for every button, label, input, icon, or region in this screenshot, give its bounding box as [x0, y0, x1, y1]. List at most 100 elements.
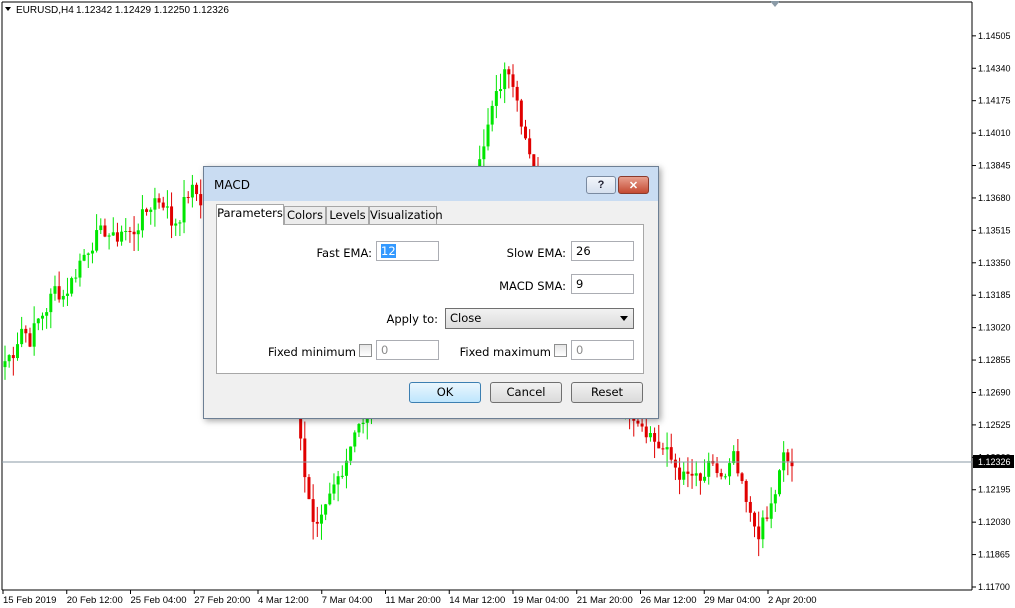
time-tick-label: 4 Mar 12:00 [258, 595, 309, 606]
help-button[interactable]: ? [586, 176, 616, 194]
candle-body [70, 278, 74, 294]
candle-body [32, 323, 36, 347]
price-tick-label: 1.12525 [978, 420, 1011, 430]
candle-body [494, 91, 498, 106]
candle-body [78, 260, 82, 278]
time-tick-label: 19 Mar 04:00 [513, 595, 569, 606]
candle-body [315, 521, 319, 524]
dialog-titlebar[interactable]: MACD ? ✕ [204, 167, 658, 201]
candle-body [507, 69, 511, 75]
fixed-maximum-label: Fixed maximum [459, 345, 551, 359]
candle-body [669, 447, 673, 460]
tab-levels[interactable]: Levels [326, 206, 369, 224]
candle-body [132, 231, 136, 235]
price-tick-label: 1.11865 [978, 550, 1010, 560]
candle-body [486, 124, 490, 147]
price-tick-label: 1.13845 [978, 161, 1011, 171]
time-tick-label: 26 Mar 12:00 [641, 595, 697, 606]
reset-button[interactable]: Reset [571, 382, 643, 403]
close-button[interactable]: ✕ [618, 176, 649, 194]
candle-body [195, 184, 199, 195]
candle-body [332, 484, 336, 494]
candle-body [519, 100, 523, 127]
candle-body [673, 459, 677, 468]
tab-colors[interactable]: Colors [284, 206, 326, 224]
candle-body [86, 253, 90, 255]
candle-body [686, 471, 690, 474]
fixed-minimum-input[interactable]: 0 [376, 340, 439, 360]
price-tick-label: 1.14340 [978, 63, 1011, 73]
candle-body [657, 441, 661, 449]
candle-body [28, 333, 32, 347]
candle-body [199, 194, 203, 206]
slow-ema-input[interactable]: 26 [571, 241, 634, 261]
candle-body [174, 223, 178, 226]
candle-body [99, 225, 103, 231]
time-tick-label: 21 Mar 20:00 [577, 595, 633, 606]
ok-button[interactable]: OK [409, 382, 481, 403]
candle-body [648, 433, 652, 438]
candle-body [707, 460, 711, 477]
apply-to-select[interactable]: Close [445, 308, 634, 329]
price-tick-label: 1.13680 [978, 193, 1011, 203]
candle-body [107, 235, 111, 237]
candle-body [74, 277, 78, 279]
time-tick-label: 20 Feb 12:00 [67, 595, 123, 606]
candle-body [95, 230, 99, 251]
price-tick-label: 1.13515 [978, 225, 1011, 235]
candle-body [665, 447, 669, 450]
candle-body [336, 476, 340, 485]
candle-body [661, 448, 665, 450]
candle-body [111, 232, 115, 236]
candle-body [136, 230, 140, 235]
help-icon: ? [597, 179, 605, 191]
candle-body [644, 426, 648, 438]
current-price-label: 1.12326 [978, 457, 1011, 467]
candle-body [515, 86, 519, 101]
macd-sma-input[interactable]: 9 [571, 274, 634, 294]
fixed-maximum-checkbox[interactable] [554, 344, 567, 357]
tab-parameters[interactable]: Parameters [216, 204, 284, 225]
candle-body [499, 89, 503, 92]
candle-body [703, 476, 707, 481]
time-tick-label: 11 Mar 20:00 [386, 595, 441, 606]
time-tick-label: 14 Mar 12:00 [449, 595, 505, 606]
candle-body [11, 355, 15, 359]
candle-body [165, 206, 169, 208]
price-axis: 1.14505 1.14340 1.14175 1.14010 1.13845 1.136… [972, 31, 1011, 592]
candle-body [748, 501, 752, 513]
candle-body [723, 476, 727, 478]
time-tick-label: 15 Feb 2019 [3, 595, 56, 606]
candle-body [682, 471, 686, 480]
slow-ema-label: Slow EMA: [506, 246, 566, 260]
candle-body [311, 499, 315, 522]
price-tick-label: 1.12690 [978, 387, 1011, 397]
fast-ema-input[interactable]: 12 [376, 241, 439, 261]
candle-body [340, 475, 344, 477]
candle-body [361, 422, 365, 425]
tab-visualization[interactable]: Visualization [369, 206, 443, 224]
fixed-maximum-input[interactable]: 0 [571, 340, 634, 360]
candle-body [82, 254, 86, 261]
candle-body [740, 473, 744, 482]
price-tick-label: 1.13020 [978, 323, 1011, 333]
candle-body [128, 230, 132, 232]
candle-body [757, 526, 761, 540]
candle-body [511, 74, 515, 87]
fixed-minimum-checkbox[interactable] [359, 344, 372, 357]
close-icon: ✕ [628, 179, 639, 192]
price-tick-label: 1.14505 [978, 31, 1011, 41]
macd-dialog: MACD ? ✕ Parameters Colors Levels Visual… [203, 166, 659, 419]
candle-body [20, 328, 24, 345]
candle-body [45, 312, 49, 316]
time-tick-label: 2 Apr 20:00 [768, 595, 817, 606]
price-tick-label: 1.12855 [978, 355, 1011, 365]
candle-body [528, 138, 532, 155]
cancel-button[interactable]: Cancel [490, 382, 562, 403]
candle-body [303, 438, 307, 478]
candle-body [307, 477, 311, 500]
candle-body [182, 197, 186, 223]
candle-body [24, 328, 28, 334]
candle-body [773, 494, 777, 504]
candle-body [698, 473, 702, 481]
